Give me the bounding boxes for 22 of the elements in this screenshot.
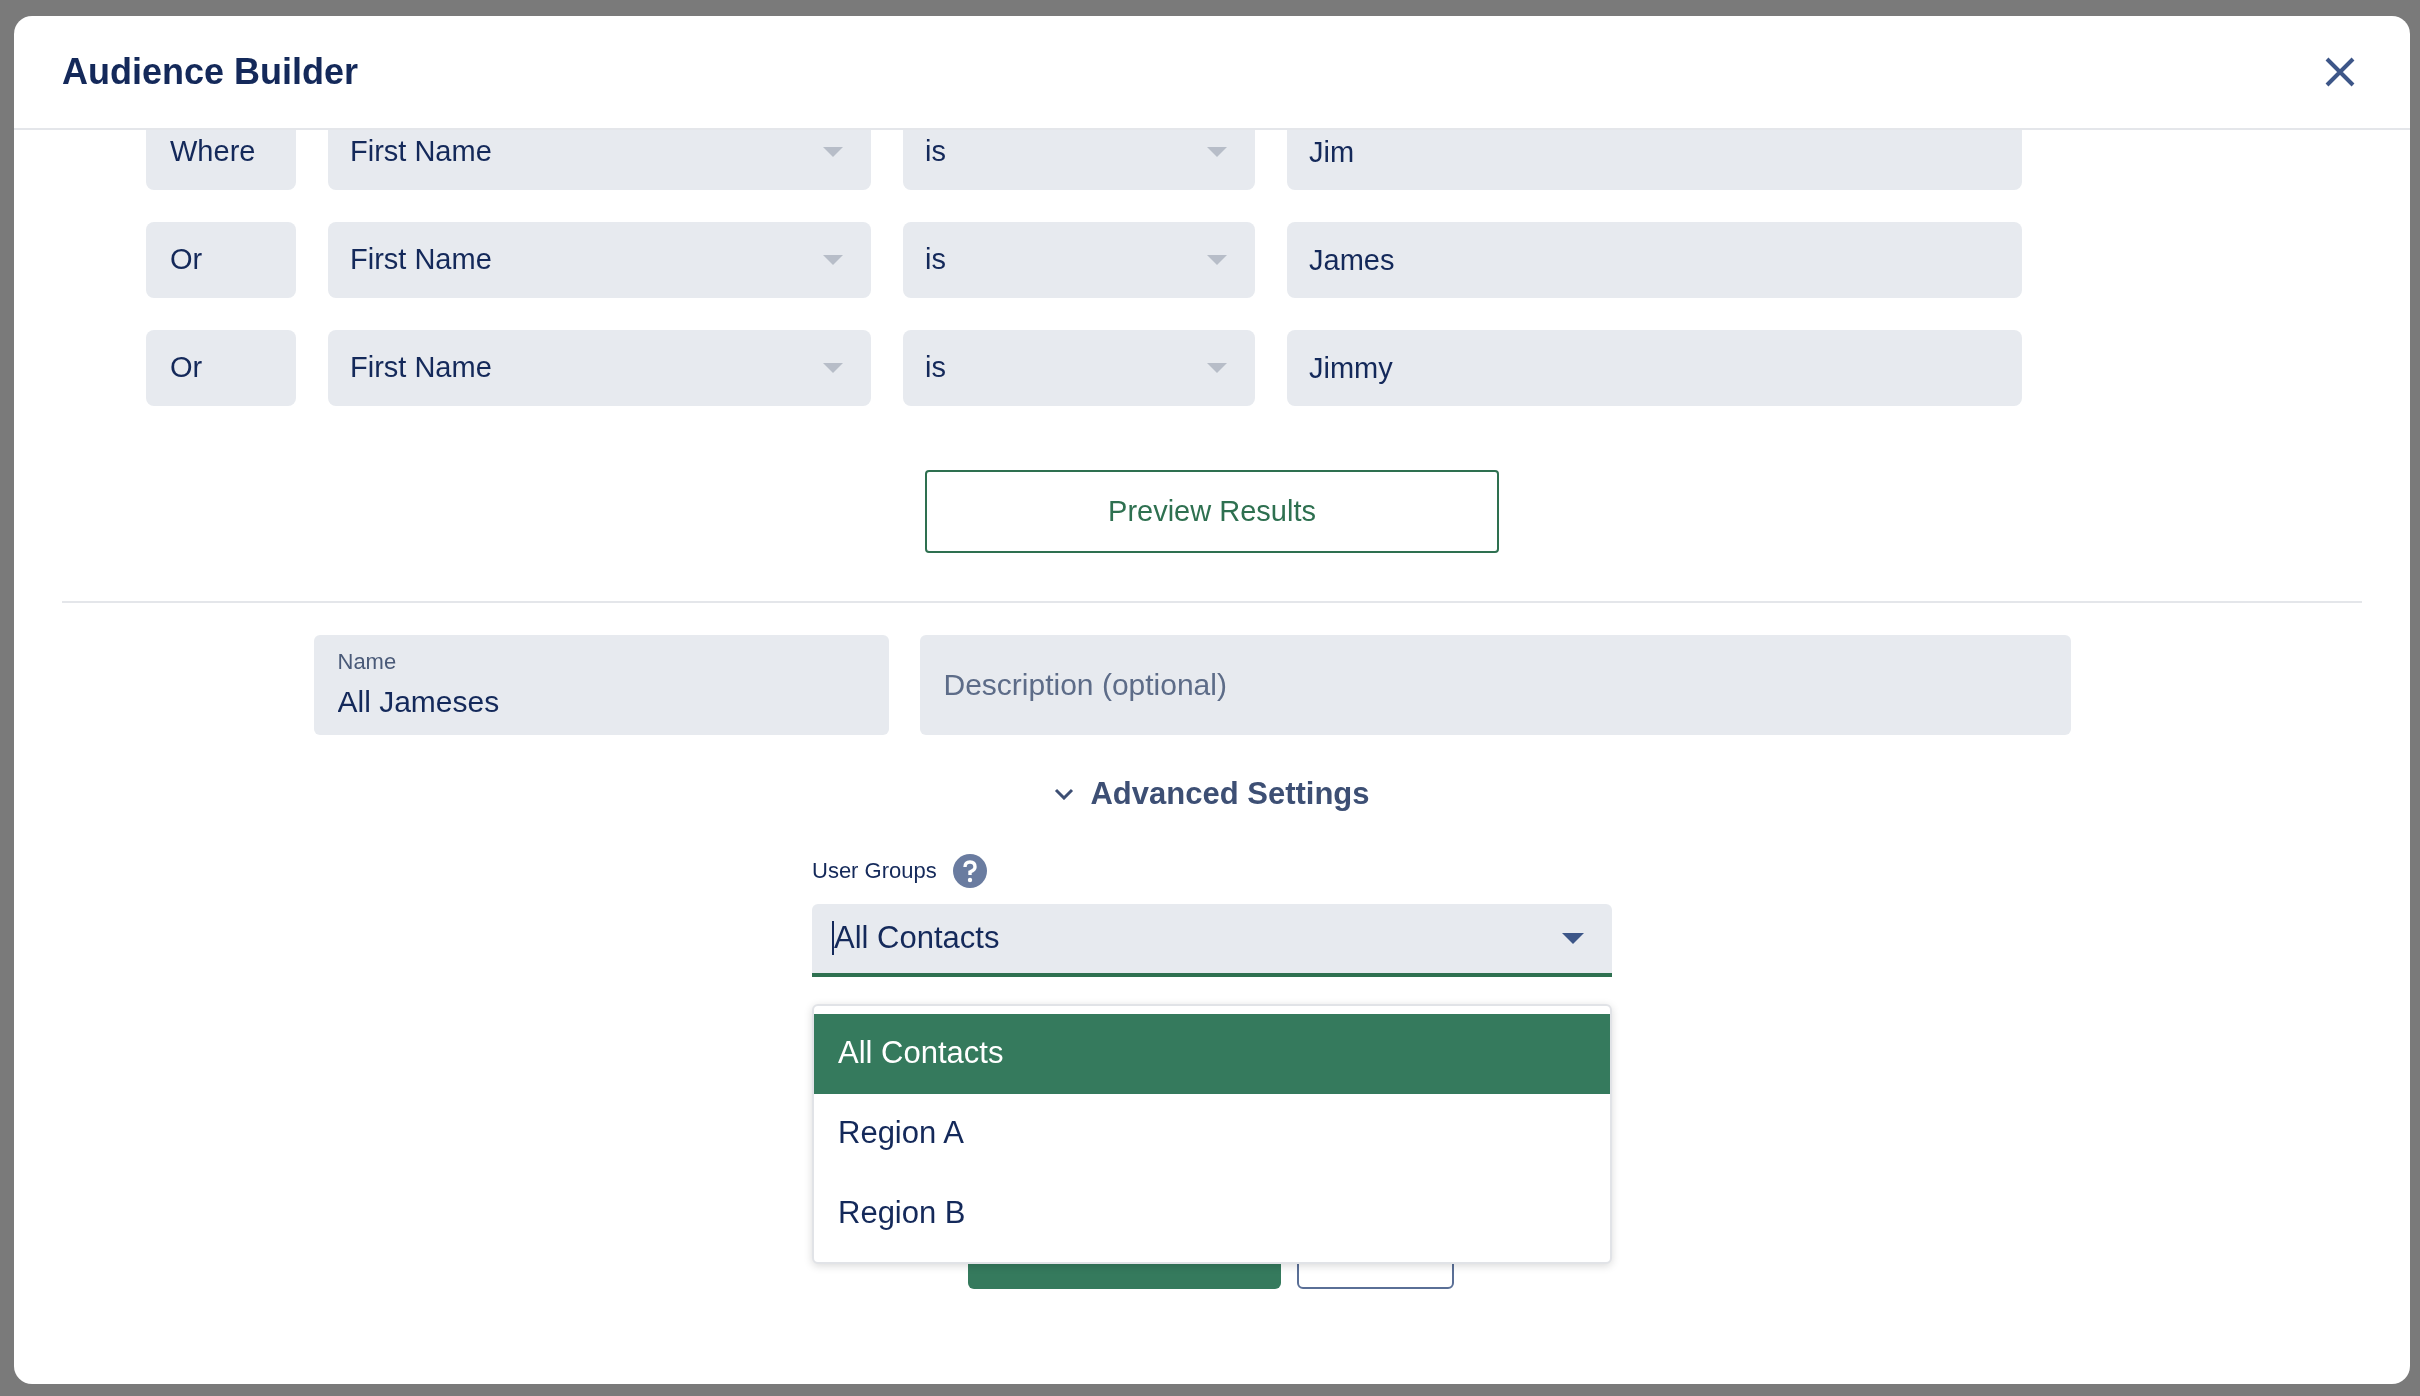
- operator-select[interactable]: is: [903, 130, 1255, 190]
- dropdown-option[interactable]: Region B: [814, 1173, 1610, 1254]
- operator-select[interactable]: is: [903, 222, 1255, 298]
- conjunction-label: Or: [146, 222, 296, 298]
- description-field[interactable]: Description (optional): [919, 635, 2071, 735]
- field-select[interactable]: First Name: [328, 330, 871, 406]
- conjunction-label: Or: [146, 330, 296, 406]
- field-label: Name: [337, 648, 397, 676]
- value-field[interactable]: James: [1287, 222, 2022, 298]
- dropdown-option[interactable]: All Contacts: [814, 1013, 1610, 1094]
- value-field[interactable]: Jim: [1287, 130, 2022, 190]
- field-select[interactable]: First Name: [328, 130, 871, 190]
- conjunction-label: Where: [146, 130, 296, 190]
- field-select[interactable]: First Name: [328, 222, 871, 298]
- user-groups-label: User Groups: [812, 857, 937, 885]
- user-groups-select[interactable]: All Contacts: [812, 903, 1612, 977]
- value-field[interactable]: Jimmy: [1287, 330, 2022, 406]
- dialog-title: Audience Builder: [62, 50, 359, 94]
- advanced-settings-toggle[interactable]: Advanced Settings: [1054, 771, 1370, 818]
- operator-select[interactable]: is: [903, 330, 1255, 406]
- dropdown-option[interactable]: Region A: [814, 1093, 1610, 1174]
- preview-results-button[interactable]: Preview Results: [925, 470, 1499, 553]
